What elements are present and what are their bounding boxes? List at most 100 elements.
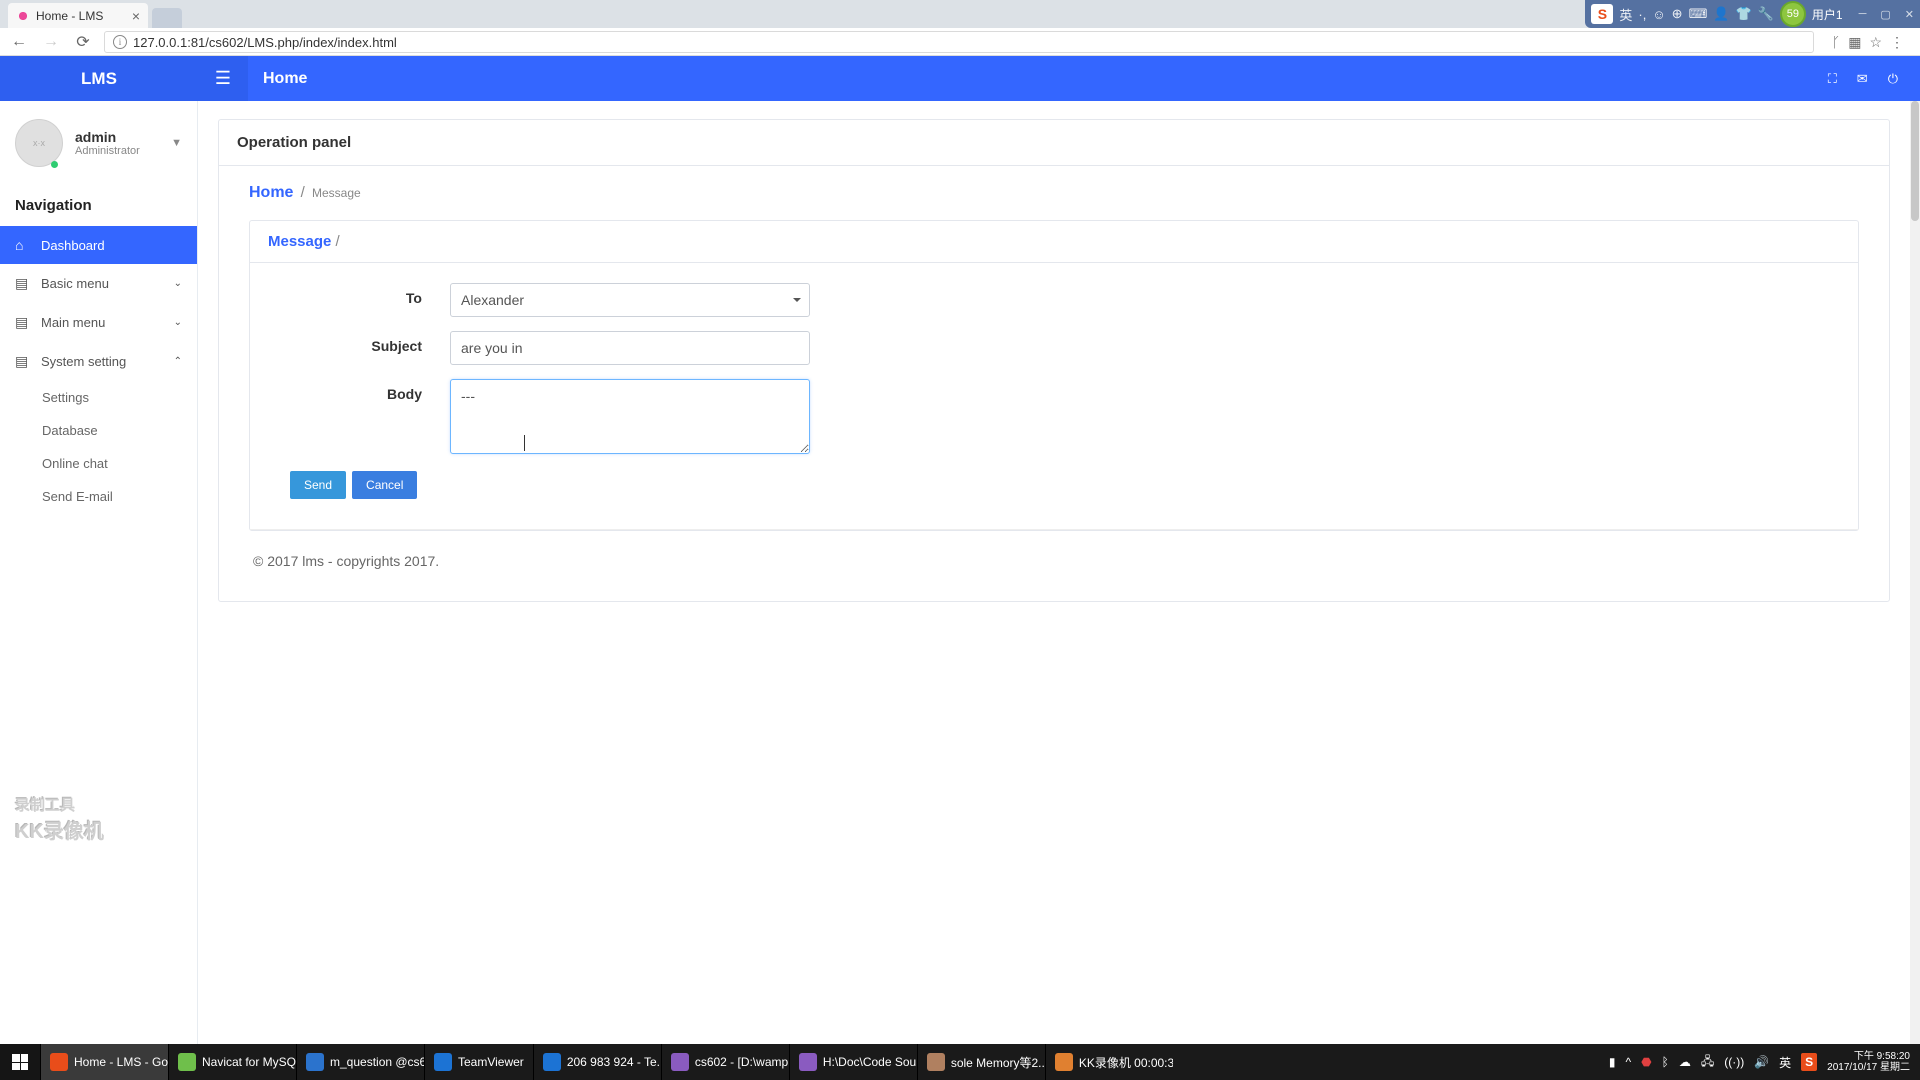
tray-wifi-icon[interactable]: ((·)) <box>1724 1055 1744 1069</box>
taskbar-item-label: TeamViewer <box>458 1055 524 1069</box>
taskbar-item[interactable]: cs602 - [D:\wamp... <box>661 1044 789 1080</box>
sidebar-subitem-settings[interactable]: Settings <box>0 381 197 414</box>
input-lang[interactable]: 英 <box>1619 5 1632 24</box>
star-icon[interactable]: ☆ <box>1869 34 1882 51</box>
new-tab-button[interactable] <box>152 8 182 28</box>
menu-toggle-button[interactable]: ☰ <box>198 56 248 101</box>
nav-section-title: Navigation <box>0 179 197 226</box>
to-select[interactable]: Alexander <box>450 283 810 317</box>
mail-icon[interactable]: ✉ <box>1857 71 1868 87</box>
app-icon <box>671 1053 689 1071</box>
breadcrumb-home-link[interactable]: Home <box>249 184 293 201</box>
body-textarea[interactable]: --- <box>450 379 810 454</box>
cancel-button[interactable]: Cancel <box>352 471 417 499</box>
app-icon <box>543 1053 561 1071</box>
chevron-down-icon: ⌄ <box>174 278 182 289</box>
address-bar: ← → ⟳ i 127.0.0.1:81/cs602/LMS.php/index… <box>0 28 1920 56</box>
taskbar-item[interactable]: TeamViewer <box>424 1044 533 1080</box>
taskbar-item[interactable]: sole Memory等2... <box>917 1044 1045 1080</box>
tray-cloud-icon[interactable]: ☁ <box>1679 1055 1691 1069</box>
extension-icon[interactable]: ▦ <box>1848 34 1861 51</box>
taskbar-clock[interactable]: 下午 9:58:20 2017/10/17 星期二 <box>1827 1051 1910 1074</box>
breadcrumb-current: Message <box>312 186 361 200</box>
window-min-icon[interactable]: ─ <box>1859 8 1867 21</box>
user-block[interactable]: x·x admin Administrator ▼ <box>0 101 197 179</box>
page-title: Home <box>248 56 307 101</box>
smiley-icon[interactable]: ☺ <box>1652 7 1665 22</box>
favicon-icon <box>16 9 30 23</box>
browser-user[interactable]: 用户1 <box>1812 6 1843 23</box>
content-area: Operation panel Home / Message Message /… <box>198 101 1910 1044</box>
rating-badge[interactable]: 59 <box>1780 1 1806 27</box>
power-icon[interactable]: ⏻ <box>1888 71 1898 87</box>
tray-up-icon[interactable]: ^ <box>1625 1055 1631 1069</box>
tray-bluetooth-icon[interactable]: ᛒ <box>1662 1055 1669 1069</box>
sidebar-item-main-menu[interactable]: ▤ Main menu ⌄ <box>0 303 197 342</box>
tray-network-icon[interactable]: 🖧 <box>1701 1052 1714 1073</box>
sidebar-item-label: Main menu <box>41 315 105 330</box>
url-field[interactable]: i 127.0.0.1:81/cs602/LMS.php/index/index… <box>104 31 1814 53</box>
taskbar-item[interactable]: Navicat for MySQL <box>168 1044 296 1080</box>
menu-icon[interactable]: ⋮ <box>1890 34 1904 51</box>
tab-title: Home - LMS <box>36 9 103 23</box>
sidebar-item-label: Basic menu <box>41 276 109 291</box>
sogou-icon[interactable]: S <box>1591 4 1613 24</box>
person-icon[interactable]: 👤 <box>1713 6 1729 22</box>
tab-bar: Home - LMS × S 英 ·, ☺ ⊕ ⌨ 👤 👕 🔧 59 用户1 ─… <box>0 0 1920 28</box>
body-label: Body <box>270 379 450 402</box>
taskbar-item[interactable]: H:\Doc\Code Sou... <box>789 1044 917 1080</box>
site-info-icon[interactable]: i <box>113 35 127 49</box>
translate-icon[interactable]: ᚴ <box>1832 34 1840 50</box>
main-layout: x·x admin Administrator ▼ Navigation ⌂ D… <box>0 101 1920 1044</box>
close-icon[interactable]: × <box>132 8 140 24</box>
forward-button: → <box>40 31 62 53</box>
system-tray: ▮ ^ ⬣ ᛒ ☁ 🖧 ((·)) 🔊 英 S 下午 9:58:20 2017/… <box>1599 1051 1920 1074</box>
taskbar-item-label: sole Memory等2... <box>951 1054 1045 1071</box>
sidebar-item-basic-menu[interactable]: ▤ Basic menu ⌄ <box>0 264 197 303</box>
taskbar-item[interactable]: KK录像机 00:00:36 <box>1045 1044 1173 1080</box>
shirt-icon[interactable]: 👕 <box>1736 6 1752 22</box>
app-icon <box>178 1053 196 1071</box>
sidebar-subitem-send-email[interactable]: Send E-mail <box>0 480 197 513</box>
subject-input[interactable] <box>450 331 810 365</box>
footer-copyright: © 2017 lms - copyrights 2017. <box>249 531 1859 591</box>
taskbar-item-label: 206 983 924 - Te... <box>567 1055 661 1069</box>
sidebar: x·x admin Administrator ▼ Navigation ⌂ D… <box>0 101 198 1044</box>
tray-volume-icon[interactable]: 🔊 <box>1754 1055 1769 1069</box>
chevron-down-icon[interactable]: ▼ <box>171 137 182 149</box>
tray-battery-icon[interactable]: ▮ <box>1609 1055 1616 1069</box>
tray-sogou-icon[interactable]: S <box>1801 1053 1817 1071</box>
keyboard-icon[interactable]: ⌨ <box>1689 6 1708 22</box>
sidebar-item-label: System setting <box>41 354 126 369</box>
sidebar-item-label: Dashboard <box>41 238 105 253</box>
taskbar-item[interactable]: Home - LMS - Go... <box>40 1044 168 1080</box>
tray-lang-icon[interactable]: 英 <box>1779 1054 1791 1071</box>
sidebar-subitem-database[interactable]: Database <box>0 414 197 447</box>
taskbar-item[interactable]: m_question @cs6... <box>296 1044 424 1080</box>
send-button[interactable]: Send <box>290 471 346 499</box>
reload-button[interactable]: ⟳ <box>72 31 94 53</box>
browser-tab[interactable]: Home - LMS × <box>8 3 148 28</box>
scrollbar-thumb[interactable] <box>1911 101 1919 221</box>
sidebar-item-system-setting[interactable]: ▤ System setting ⌃ <box>0 342 197 381</box>
sidebar-subitem-online-chat[interactable]: Online chat <box>0 447 197 480</box>
to-selected-value: Alexander <box>461 292 524 308</box>
fullscreen-icon[interactable]: ⛶ <box>1828 71 1837 87</box>
form-title-link[interactable]: Message <box>268 233 331 250</box>
globe-icon[interactable]: ⊕ <box>1672 6 1683 22</box>
logo[interactable]: LMS <box>0 56 198 101</box>
operation-panel: Operation panel Home / Message Message /… <box>218 119 1890 602</box>
window-close-icon[interactable]: ✕ <box>1905 8 1914 21</box>
start-button[interactable] <box>0 1044 40 1080</box>
taskbar-item[interactable]: 206 983 924 - Te... <box>533 1044 661 1080</box>
sidebar-item-dashboard[interactable]: ⌂ Dashboard <box>0 226 197 264</box>
app-icon <box>434 1053 452 1071</box>
window-max-icon[interactable]: ▢ <box>1880 8 1890 21</box>
tray-alert-icon[interactable]: ⬣ <box>1641 1055 1651 1069</box>
taskbar-item-label: H:\Doc\Code Sou... <box>823 1055 917 1069</box>
avatar: x·x <box>15 119 63 167</box>
scrollbar-vertical[interactable] <box>1910 101 1920 1044</box>
browser-chrome: Home - LMS × S 英 ·, ☺ ⊕ ⌨ 👤 👕 🔧 59 用户1 ─… <box>0 0 1920 56</box>
back-button[interactable]: ← <box>8 31 30 53</box>
wrench-icon[interactable]: 🔧 <box>1758 6 1774 22</box>
